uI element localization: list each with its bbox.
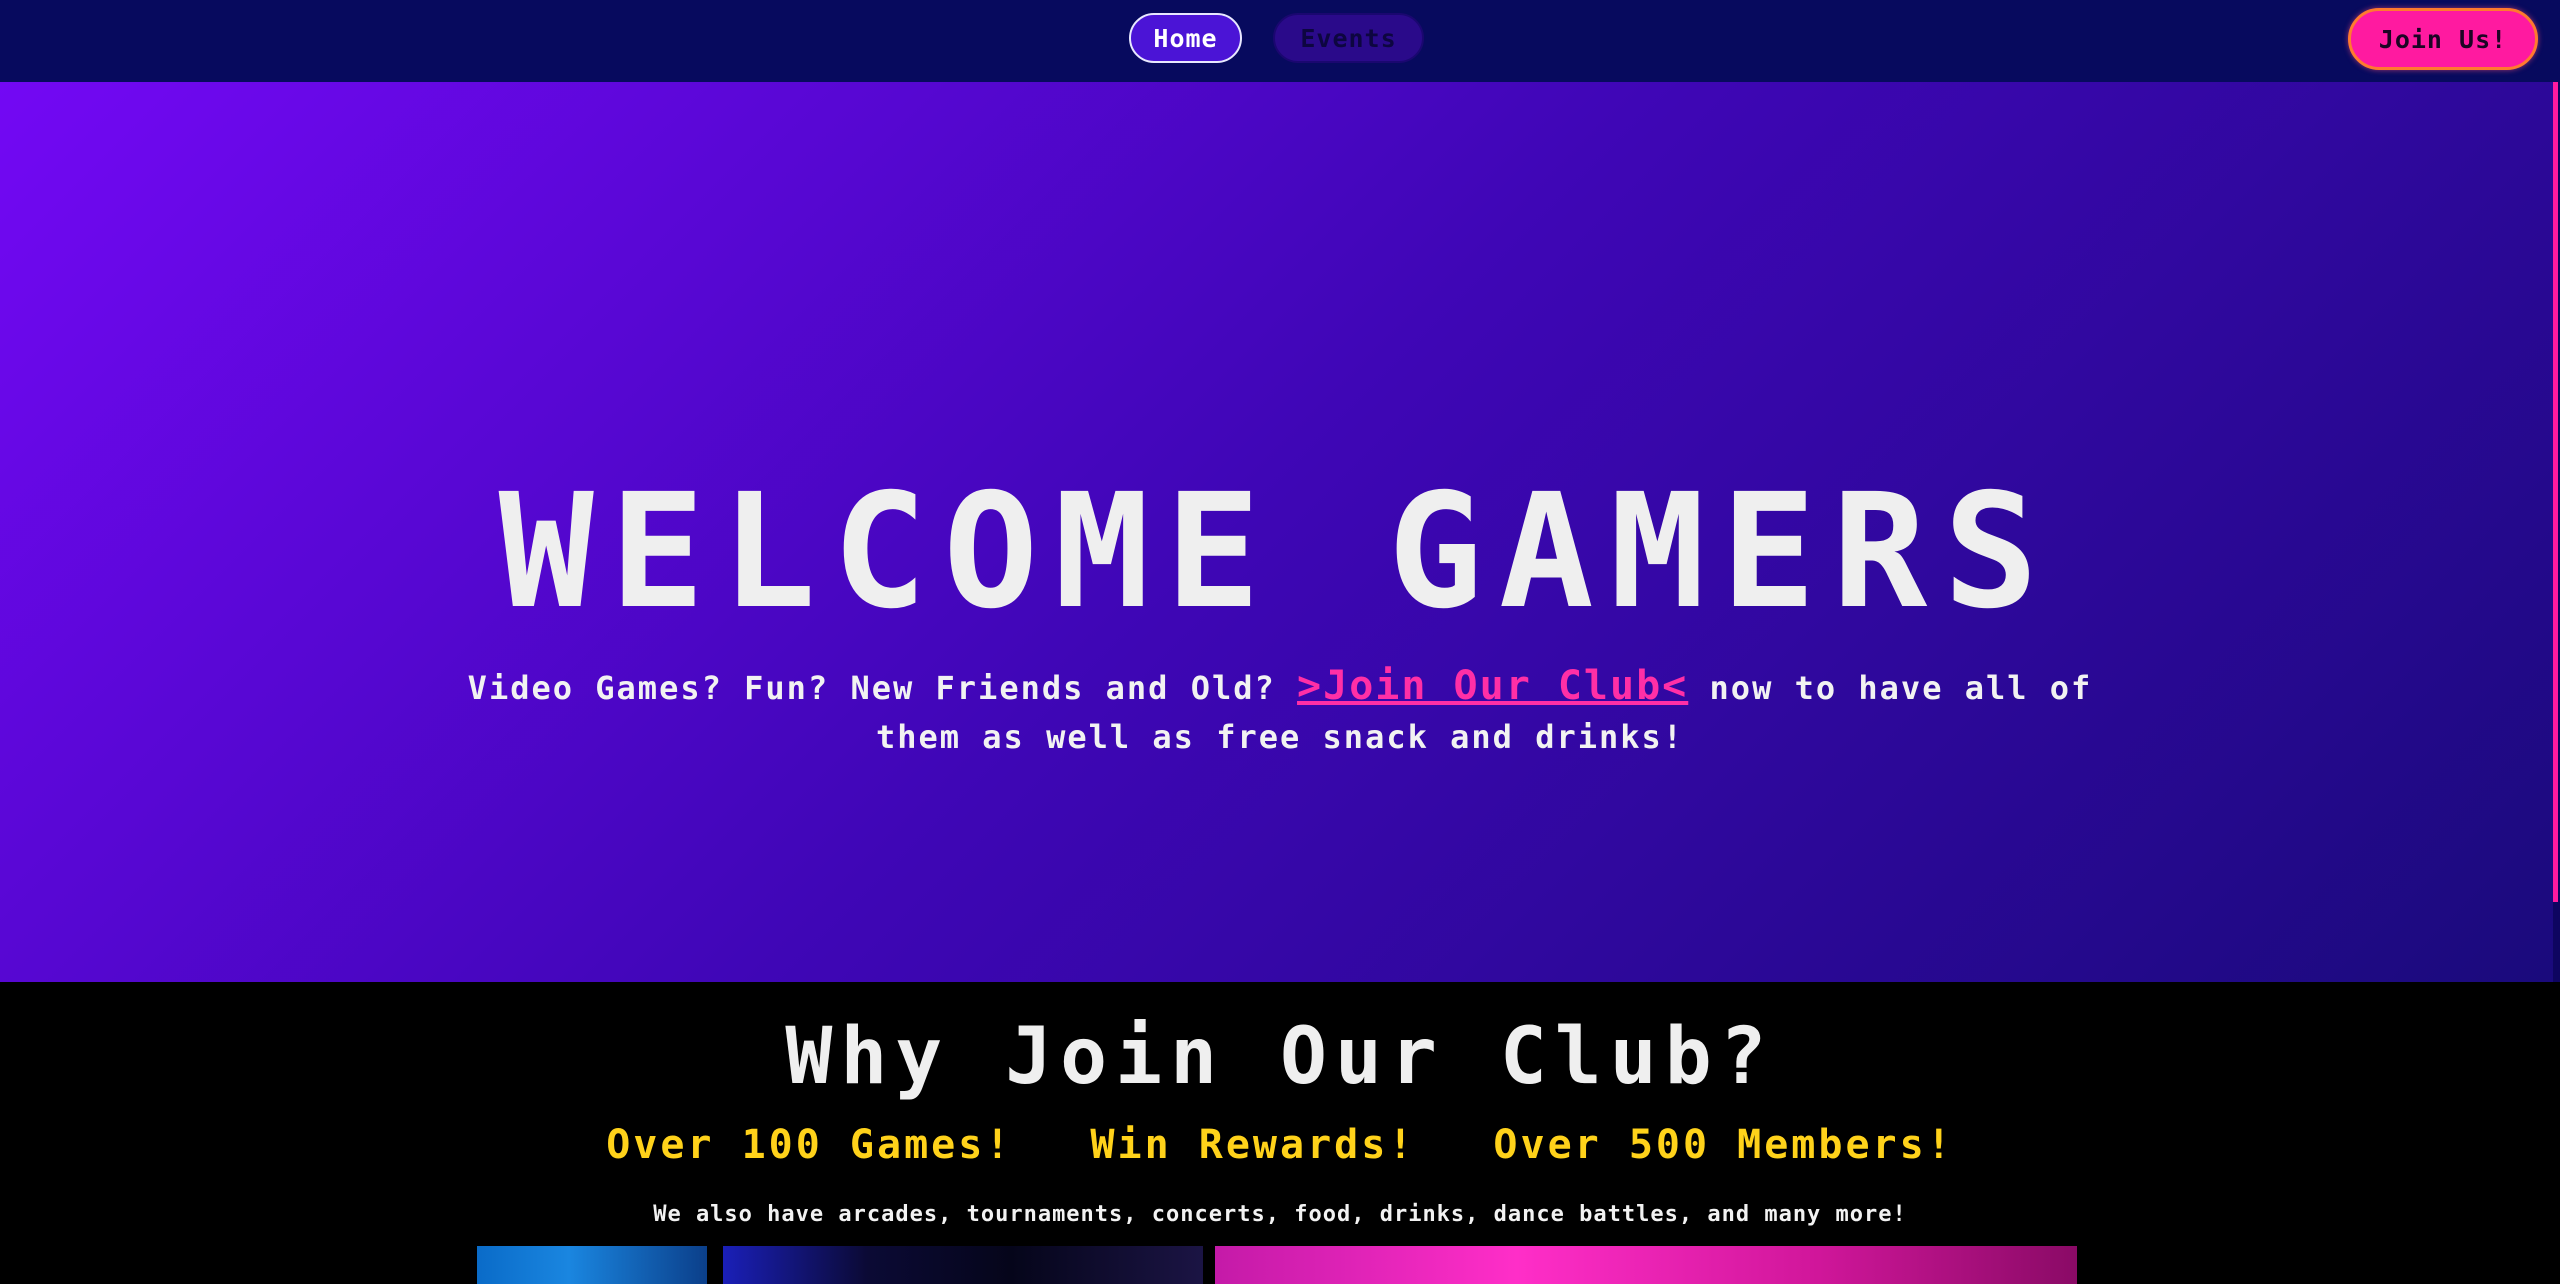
why-join-title: Why Join Our Club? <box>785 1012 1775 1102</box>
features-list: Over 100 Games! Win Rewards! Over 500 Me… <box>0 1122 2560 1168</box>
gallery-photo-3 <box>1215 1246 2077 1284</box>
top-nav-bar: Home Events Join Us! <box>0 0 2560 82</box>
hero-text-before: Video Games? Fun? New Friends and Old? <box>467 669 1298 707</box>
scrollbar-thumb[interactable] <box>2553 82 2558 902</box>
gallery-photo-2 <box>723 1246 1203 1284</box>
nav-events-button[interactable]: Events <box>1273 13 1424 63</box>
join-us-button[interactable]: Join Us! <box>2348 8 2538 70</box>
feature-rewards: Win Rewards! <box>1090 1122 1416 1168</box>
feature-games: Over 100 Games! <box>606 1122 1013 1168</box>
also-description: We also have arcades, tournaments, conce… <box>653 1202 1907 1227</box>
hero-section: WELCOME GAMERS Video Games? Fun? New Fri… <box>0 82 2553 982</box>
hero-title: WELCOME GAMERS <box>498 460 2055 644</box>
feature-members: Over 500 Members! <box>1493 1122 1954 1168</box>
nav-home-button[interactable]: Home <box>1129 13 1242 63</box>
gallery-photo-1 <box>477 1246 707 1284</box>
join-club-link[interactable]: >Join Our Club< <box>1297 663 1688 709</box>
hero-description: Video Games? Fun? New Friends and Old? >… <box>440 662 2120 762</box>
